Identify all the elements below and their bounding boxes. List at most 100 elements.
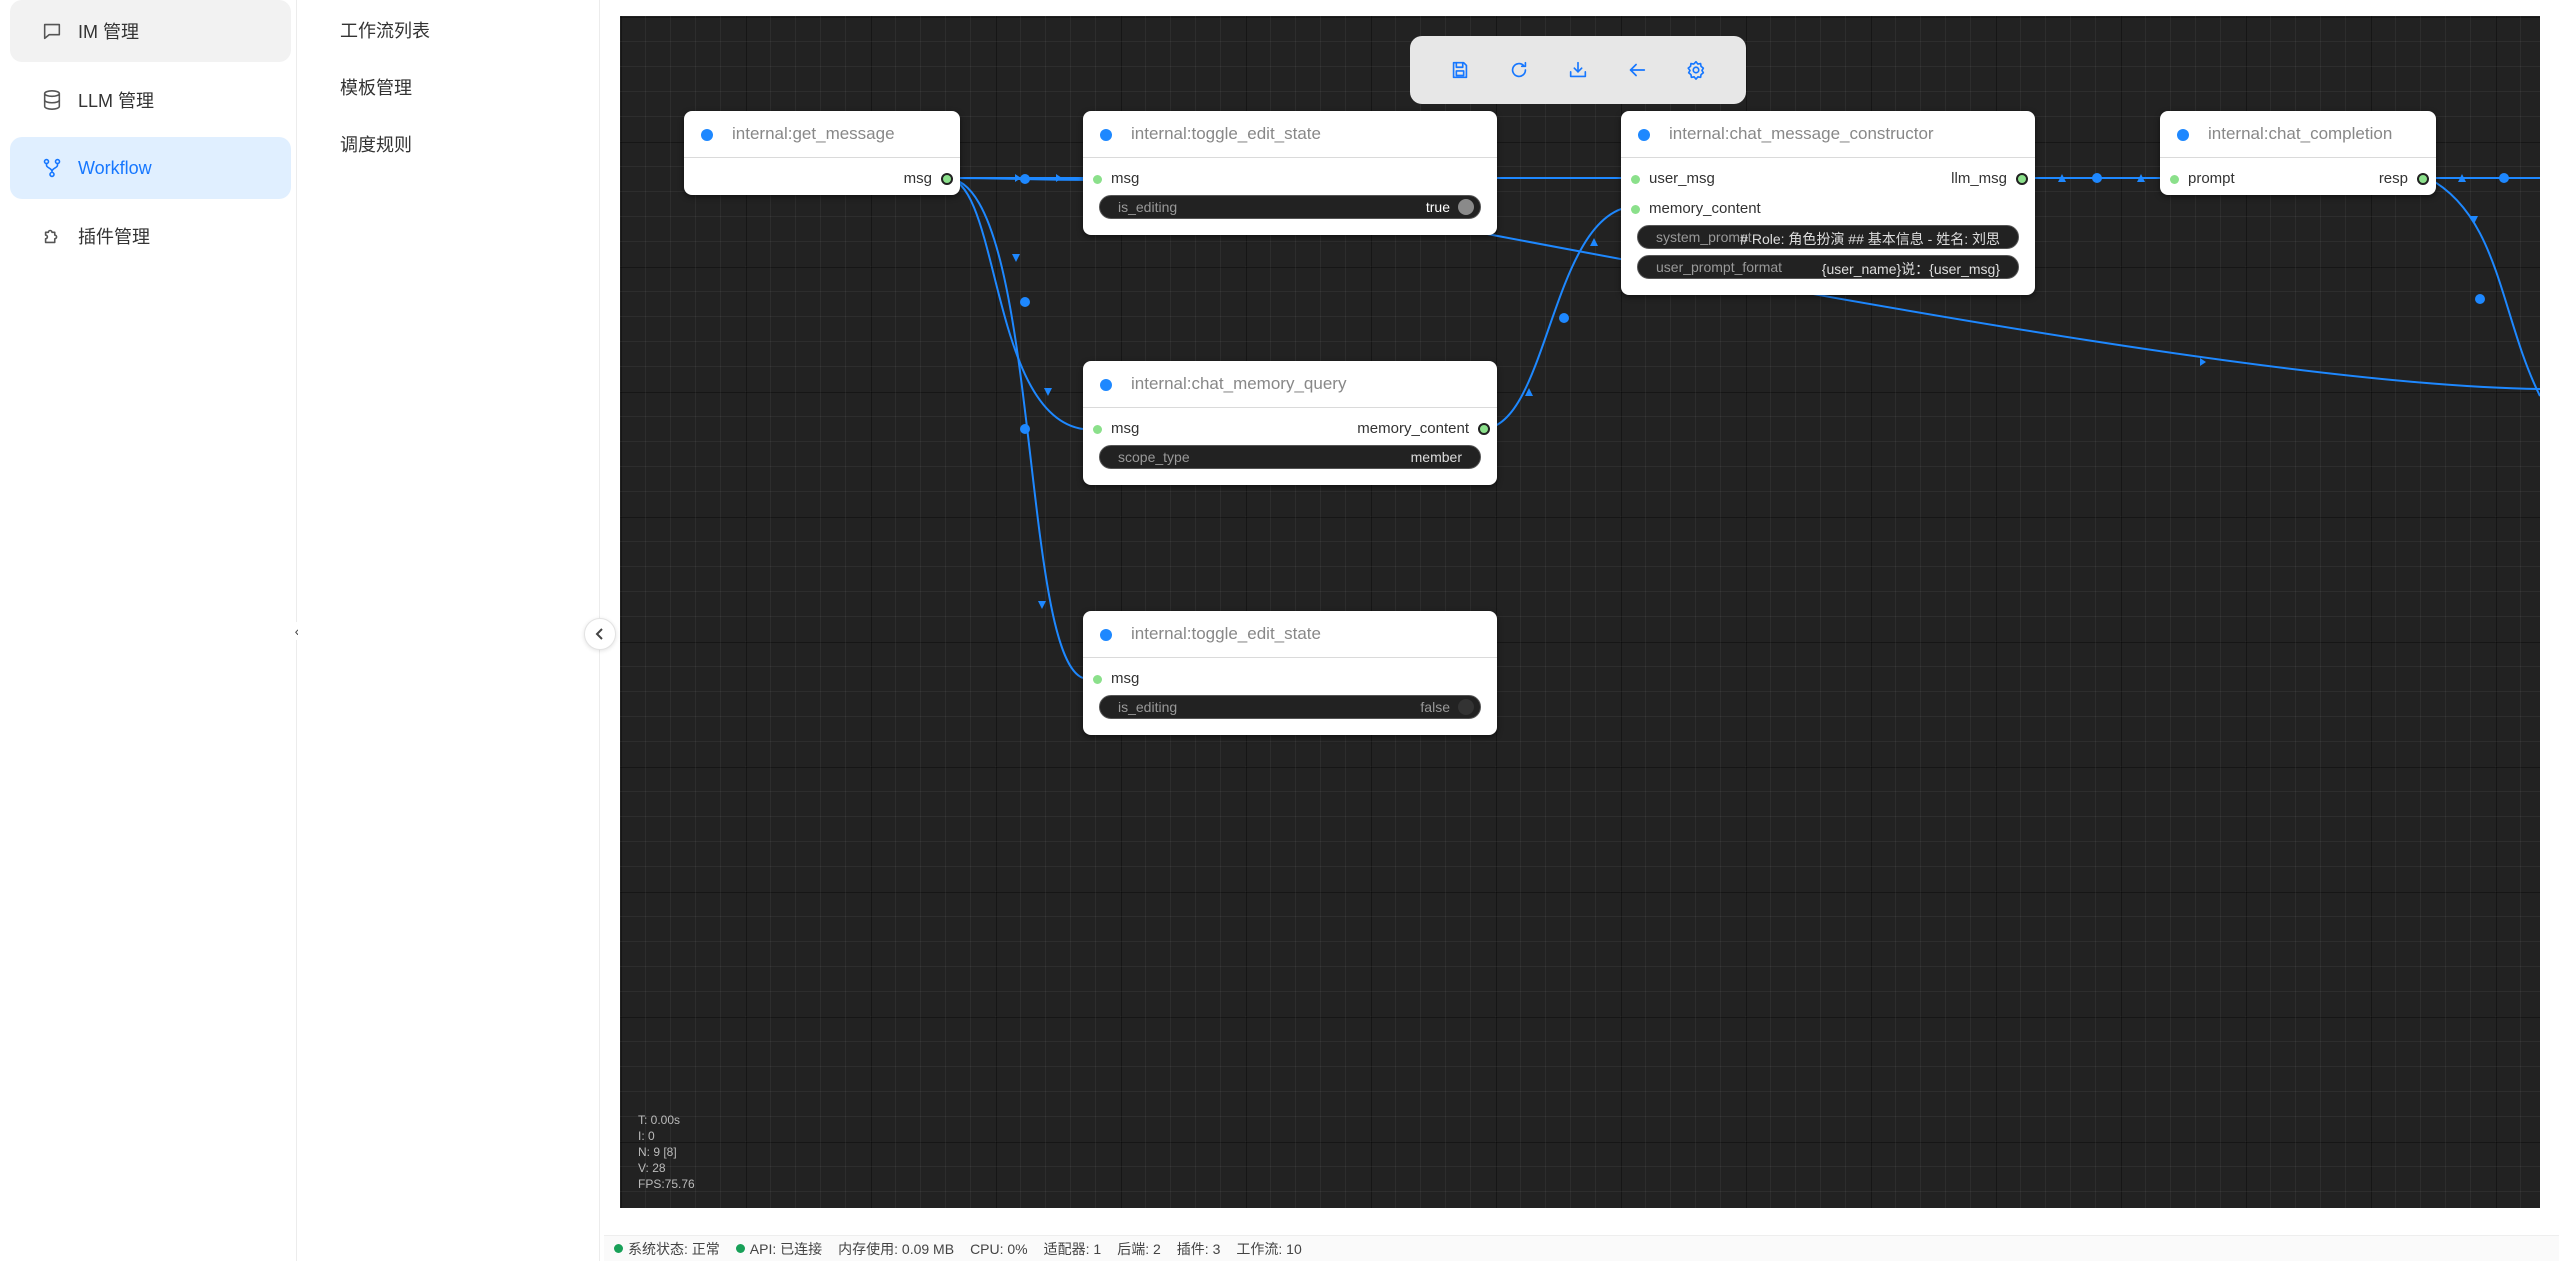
input-slot-label: msg xyxy=(1111,170,1140,187)
workflow-canvas[interactable]: internal:get_message msg internal:toggle… xyxy=(620,16,2540,1208)
node-toggle-edit-state-true[interactable]: internal:toggle_edit_state msg is_editin… xyxy=(1083,111,1497,235)
node-title-text: internal:chat_message_constructor xyxy=(1669,124,1934,143)
status-workflows: 工作流: 10 xyxy=(1236,1240,1302,1257)
toggle-knob xyxy=(1458,199,1474,215)
widget-name: user_prompt_format xyxy=(1656,259,1783,275)
node-get-message[interactable]: internal:get_message msg xyxy=(684,111,960,195)
node-status-dot xyxy=(701,129,713,141)
output-slot-label: memory_content xyxy=(1357,420,1469,437)
scope-type-select[interactable]: scope_type member xyxy=(1099,445,1481,469)
sidebar-item-workflow[interactable]: Workflow xyxy=(10,137,291,199)
input-slot-label: memory_content xyxy=(1649,200,1761,217)
node-title-text: internal:toggle_edit_state xyxy=(1131,624,1321,643)
output-slot-label: resp xyxy=(2378,170,2408,187)
node-status-dot xyxy=(1100,379,1112,391)
status-dot xyxy=(735,1244,745,1253)
sidebar-item-label: 插件管理 xyxy=(78,227,150,247)
widget-name: scope_type xyxy=(1118,449,1190,465)
input-slot-handle[interactable] xyxy=(1631,205,1640,214)
status-system: 系统状态: 正常 xyxy=(614,1239,720,1259)
status-backends: 后端: 2 xyxy=(1117,1240,1161,1257)
stat-fps: FPS:75.76 xyxy=(638,1177,695,1191)
canvas-toolbar xyxy=(1410,36,1746,104)
edge-resp-down xyxy=(2427,177,2540,397)
node-status-dot xyxy=(1638,129,1650,141)
is-editing-toggle[interactable]: is_editing false xyxy=(1099,695,1481,719)
input-slot-handle[interactable] xyxy=(1093,675,1102,684)
output-slot-handle[interactable] xyxy=(2016,173,2028,185)
widget-name: system_prompt xyxy=(1656,229,1752,245)
save-button[interactable] xyxy=(1444,54,1476,86)
node-status-dot xyxy=(2177,129,2189,141)
refresh-icon xyxy=(1511,61,1527,78)
node-title: internal:toggle_edit_state xyxy=(1083,111,1497,158)
stat-nodes: N: 9 [8] xyxy=(638,1145,677,1159)
sidebar-item-plugins[interactable]: 插件管理 xyxy=(10,205,291,267)
widget-value: # Role: 角色扮演 ## 基本信息 - 姓名: 刘思 xyxy=(1740,231,2000,247)
status-bar: 系统状态: 正常 API: 已连接 内存使用: 0.09 MB CPU: 0% … xyxy=(604,1235,2559,1261)
widget-value: member xyxy=(1410,449,1462,465)
input-slot-handle[interactable] xyxy=(1631,175,1640,184)
node-chat-message-constructor[interactable]: internal:chat_message_constructor user_m… xyxy=(1621,111,2035,295)
submenu-collapse-button[interactable] xyxy=(584,618,616,650)
stat-v: V: 28 xyxy=(638,1161,666,1175)
sidebar-item-im[interactable]: IM 管理 xyxy=(10,0,291,62)
is-editing-toggle[interactable]: is_editing true xyxy=(1099,195,1481,219)
widget-value: true xyxy=(1425,199,1450,215)
sidebar-item-label: Workflow xyxy=(78,157,152,178)
input-slot-label: msg xyxy=(1111,670,1140,687)
stat-time: T: 0.00s xyxy=(638,1113,681,1127)
widget-value: false xyxy=(1420,699,1450,715)
import-button[interactable] xyxy=(1562,54,1594,86)
output-slot-handle[interactable] xyxy=(941,173,953,185)
message-square-icon xyxy=(40,19,64,43)
node-chat-memory-query[interactable]: internal:chat_memory_query msg memory_co… xyxy=(1083,361,1497,485)
input-slot-label: prompt xyxy=(2188,170,2235,187)
node-status-dot xyxy=(1100,129,1112,141)
widget-name: is_editing xyxy=(1118,699,1178,715)
node-title: internal:toggle_edit_state xyxy=(1083,611,1497,658)
user-prompt-format-field[interactable]: user_prompt_format {user_name}说：{user_ms… xyxy=(1637,255,2019,279)
refresh-button[interactable] xyxy=(1503,54,1535,86)
system-prompt-field[interactable]: system_prompt # Role: 角色扮演 ## 基本信息 - 姓名:… xyxy=(1637,225,2019,249)
output-slot-handle[interactable] xyxy=(2417,173,2429,185)
status-cpu: CPU: 0% xyxy=(970,1240,1028,1257)
status-plugins: 插件: 3 xyxy=(1176,1240,1221,1257)
sidebar-item-llm[interactable]: LLM 管理 xyxy=(10,69,291,131)
node-toggle-edit-state-false[interactable]: internal:toggle_edit_state msg is_editin… xyxy=(1083,611,1497,735)
sidebar: IM 管理 LLM 管理 Workflow 插件管理 ‹ xyxy=(0,0,306,1261)
submenu-item-templates[interactable]: 模板管理 xyxy=(340,74,412,100)
output-slot-handle[interactable] xyxy=(1478,423,1490,435)
puzzle-icon xyxy=(40,224,64,248)
database-icon xyxy=(40,88,64,112)
node-title: internal:chat_memory_query xyxy=(1083,361,1497,408)
node-title-text: internal:chat_memory_query xyxy=(1131,374,1347,393)
stat-i: I: 0 xyxy=(638,1129,655,1143)
node-title: internal:get_message xyxy=(684,111,960,158)
input-slot-handle[interactable] xyxy=(2170,175,2179,184)
input-slot-handle[interactable] xyxy=(1093,175,1102,184)
submenu-item-workflow-list[interactable]: 工作流列表 xyxy=(340,17,430,43)
widget-value: {user_name}说：{user_msg} xyxy=(1821,261,2000,277)
input-slot-label: user_msg xyxy=(1649,170,1715,187)
settings-button[interactable] xyxy=(1680,54,1712,86)
sidebar-item-label: IM 管理 xyxy=(78,22,139,42)
node-title: internal:chat_completion xyxy=(2160,111,2436,158)
node-title: internal:chat_message_constructor xyxy=(1621,111,2035,158)
submenu-item-schedules[interactable]: 调度规则 xyxy=(340,131,412,157)
status-api: API: 已连接 xyxy=(735,1239,822,1259)
node-title-text: internal:chat_completion xyxy=(2208,124,2393,143)
import-icon xyxy=(1569,61,1587,78)
widget-name: is_editing xyxy=(1118,199,1178,215)
edge-msg-to-toggle-false xyxy=(945,177,1084,679)
back-arrow-icon xyxy=(1629,63,1646,77)
node-title-text: internal:get_message xyxy=(732,124,895,143)
output-slot-label: llm_msg xyxy=(1951,170,2007,187)
git-branch-icon xyxy=(40,156,64,180)
node-chat-completion[interactable]: internal:chat_completion prompt resp xyxy=(2160,111,2436,195)
chevron-left-icon xyxy=(595,628,603,640)
workflow-submenu: 工作流列表 模板管理 调度规则 xyxy=(298,0,600,1261)
back-button[interactable] xyxy=(1621,54,1653,86)
input-slot-handle[interactable] xyxy=(1093,425,1102,434)
input-slot-label: msg xyxy=(1111,420,1140,437)
